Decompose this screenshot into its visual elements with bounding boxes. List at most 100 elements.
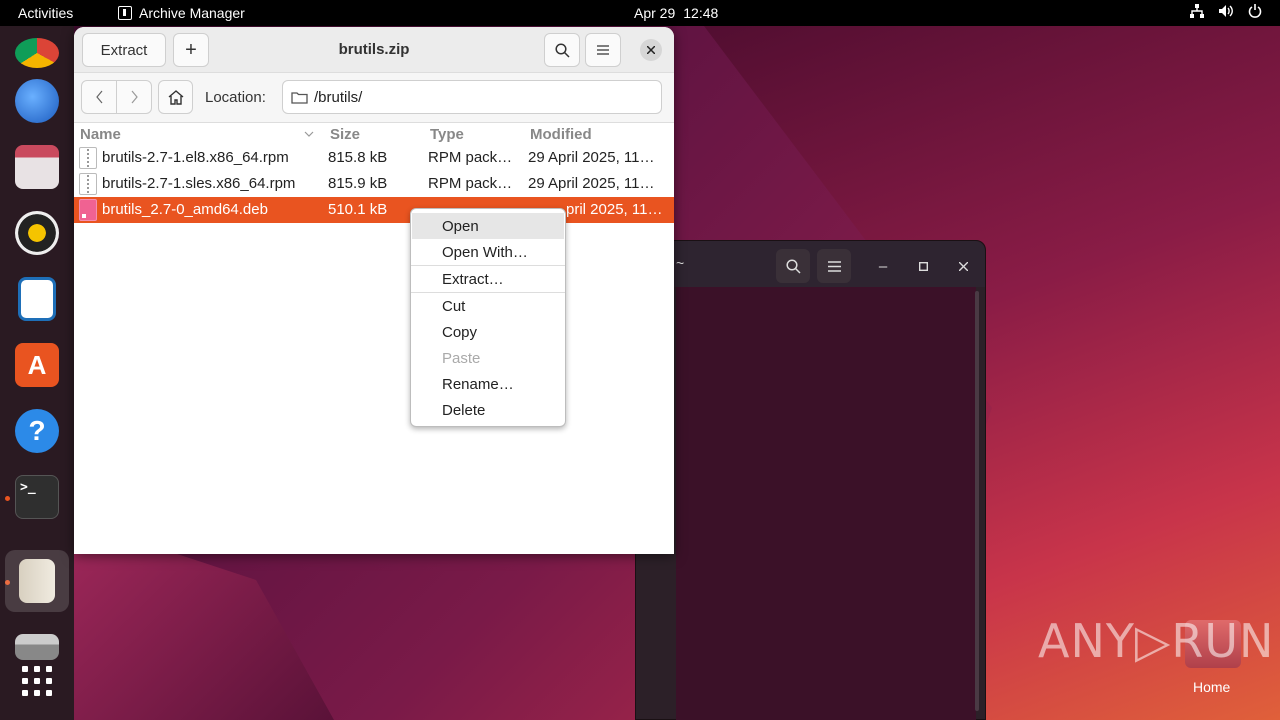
- running-indicator: [5, 496, 10, 501]
- file-modified: 29 April 2025, 11…: [528, 149, 655, 166]
- forward-button[interactable]: [117, 81, 151, 113]
- close-icon: [647, 46, 655, 54]
- navigation-buttons: [81, 80, 152, 114]
- terminal-window[interactable]: ~ –: [635, 240, 986, 720]
- system-menu[interactable]: [1190, 4, 1262, 21]
- archive-icon: [19, 559, 55, 603]
- location-path: /brutils/: [314, 88, 363, 106]
- app-grid-icon: [22, 666, 52, 696]
- network-icon: [1190, 4, 1204, 21]
- sort-down-icon: [304, 131, 314, 137]
- terminal-close-button[interactable]: [946, 249, 980, 283]
- clock[interactable]: Apr 29 12:48: [634, 5, 718, 21]
- back-button[interactable]: [82, 81, 117, 113]
- menu-item-cut[interactable]: Cut: [411, 293, 565, 319]
- date: Apr 29: [634, 5, 676, 21]
- location-field[interactable]: /brutils/: [282, 80, 662, 114]
- menu-item-rename[interactable]: Rename…: [411, 371, 565, 397]
- table-row-selected[interactable]: brutils_2.7-0_amd64.deb 510.1 kB pril 20…: [74, 197, 674, 223]
- menu-item-open-with[interactable]: Open With…: [411, 239, 565, 265]
- files-icon: [15, 145, 59, 189]
- terminal-body[interactable]: [676, 287, 976, 720]
- file-type: RPM pack…: [428, 175, 513, 192]
- maximize-icon: [918, 261, 928, 271]
- file-size: 510.1 kB: [328, 201, 388, 218]
- main-menu-button[interactable]: [585, 33, 621, 67]
- context-menu: Open Open With… Extract… Cut Copy Paste …: [410, 208, 566, 427]
- close-icon: [958, 261, 968, 271]
- column-size[interactable]: Size: [330, 126, 360, 143]
- time: 12:48: [683, 5, 719, 21]
- search-icon: [554, 42, 570, 58]
- home-icon: [168, 89, 183, 105]
- terminal-minimize-button[interactable]: –: [866, 249, 900, 283]
- terminal-scrollbar[interactable]: [975, 291, 979, 711]
- home-folder-label[interactable]: Home: [1193, 679, 1230, 695]
- extract-button[interactable]: Extract: [82, 33, 166, 67]
- column-modified[interactable]: Modified: [530, 126, 592, 143]
- file-name: brutils_2.7-0_amd64.deb: [102, 201, 268, 218]
- archive-manager-window: Extract + brutils.zip Location: /brutils…: [74, 27, 674, 554]
- table-row[interactable]: brutils-2.7-1.el8.x86_64.rpm 815.8 kB RP…: [74, 145, 674, 171]
- file-name: brutils-2.7-1.sles.x86_64.rpm: [102, 175, 296, 192]
- chevron-left-icon: [95, 90, 102, 104]
- chevron-right-icon: [131, 90, 138, 104]
- dock-files[interactable]: [12, 142, 62, 192]
- terminal-maximize-button[interactable]: [906, 249, 940, 283]
- terminal-title: ~: [676, 255, 685, 271]
- app-name: Archive Manager: [139, 5, 245, 21]
- menu-item-copy[interactable]: Copy: [411, 319, 565, 345]
- hamburger-icon: [597, 45, 609, 55]
- file-list-header: Name Size Type Modified: [74, 123, 674, 145]
- location-bar: Location: /brutils/: [74, 73, 674, 123]
- help-icon: ?: [15, 409, 59, 453]
- thunderbird-icon: [15, 79, 59, 123]
- column-name[interactable]: Name: [80, 126, 121, 143]
- dock-help[interactable]: ?: [12, 406, 62, 456]
- archive-file-icon: [79, 173, 97, 195]
- search-button[interactable]: [544, 33, 580, 67]
- dock-writer[interactable]: [12, 274, 62, 324]
- menu-item-open[interactable]: Open: [412, 213, 564, 239]
- rhythmbox-icon: [15, 211, 59, 255]
- app-menu[interactable]: Archive Manager: [118, 5, 245, 21]
- top-bar: Activities Archive Manager Apr 29 12:48: [0, 0, 1280, 26]
- location-label: Location:: [205, 89, 266, 106]
- menu-item-delete[interactable]: Delete: [411, 397, 565, 423]
- table-row[interactable]: brutils-2.7-1.sles.x86_64.rpm 815.9 kB R…: [74, 171, 674, 197]
- dock: A ? >_: [0, 26, 74, 720]
- file-list: Name Size Type Modified brutils-2.7-1.el…: [74, 123, 674, 223]
- menu-item-paste: Paste: [442, 349, 481, 367]
- archive-file-icon: [79, 147, 97, 169]
- dock-app-grid[interactable]: [12, 656, 62, 706]
- dock-rhythmbox[interactable]: [12, 208, 62, 258]
- file-modified: 29 April 2025, 11…: [528, 175, 655, 192]
- folder-icon: [291, 91, 308, 104]
- dock-chrome[interactable]: [12, 18, 62, 68]
- dock-thunderbird[interactable]: [12, 76, 62, 126]
- home-button[interactable]: [158, 80, 193, 114]
- terminal-menu-button[interactable]: [817, 249, 851, 283]
- archive-manager-icon: [118, 6, 132, 20]
- file-modified: pril 2025, 11…: [566, 201, 663, 218]
- add-files-button[interactable]: +: [173, 33, 209, 67]
- dock-software[interactable]: A: [12, 340, 62, 390]
- dock-terminal[interactable]: >_: [12, 472, 62, 522]
- software-icon: A: [15, 343, 59, 387]
- close-button[interactable]: [640, 39, 662, 61]
- column-type[interactable]: Type: [430, 126, 464, 143]
- menu-item-extract[interactable]: Extract…: [411, 266, 565, 292]
- file-size: 815.9 kB: [328, 175, 388, 192]
- dock-archive-manager[interactable]: [5, 550, 69, 612]
- volume-icon: [1218, 4, 1234, 21]
- file-type: RPM pack…: [428, 149, 513, 166]
- search-icon: [785, 258, 801, 274]
- chrome-icon: [15, 38, 59, 68]
- headerbar: Extract + brutils.zip: [74, 27, 674, 73]
- terminal-headerbar: ~ –: [636, 241, 985, 287]
- file-size: 815.8 kB: [328, 149, 388, 166]
- plus-icon: +: [185, 38, 197, 61]
- file-name: brutils-2.7-1.el8.x86_64.rpm: [102, 149, 289, 166]
- terminal-search-button[interactable]: [776, 249, 810, 283]
- terminal-icon: >_: [15, 475, 59, 519]
